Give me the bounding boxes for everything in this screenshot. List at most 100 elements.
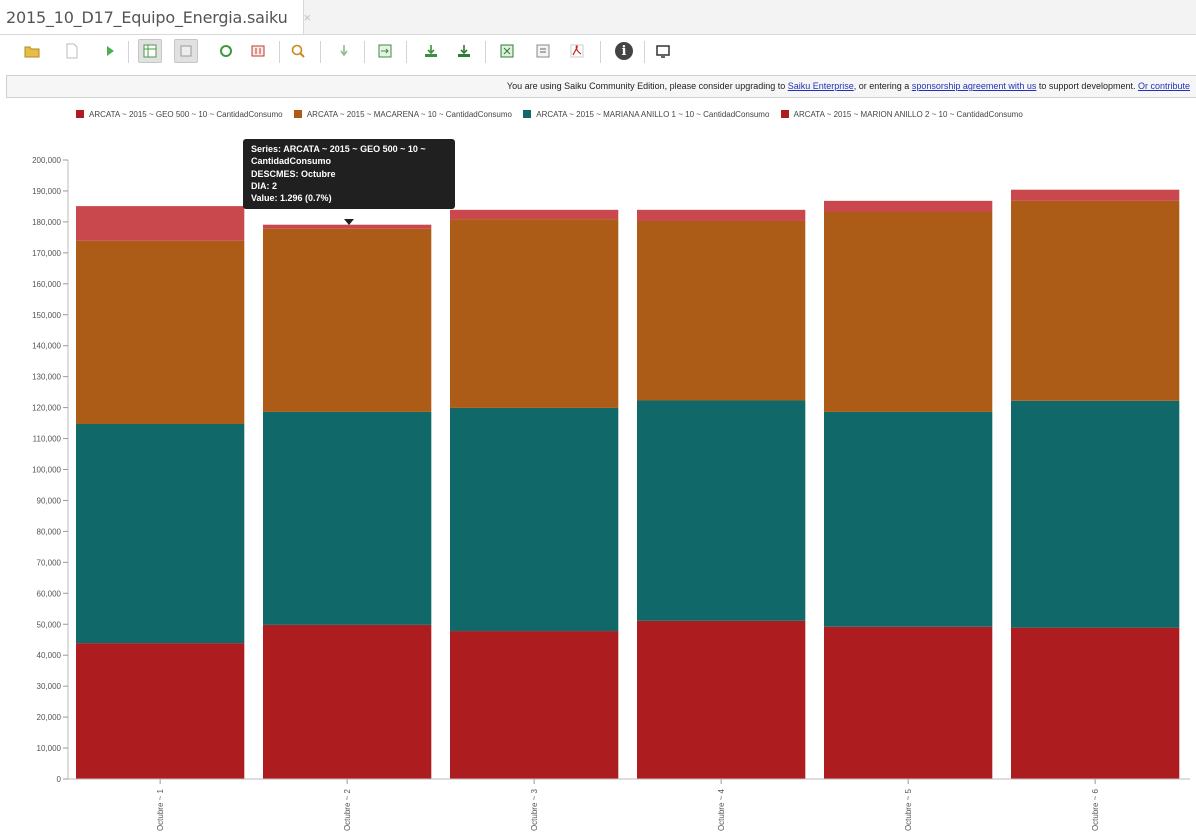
- export-xls-button[interactable]: [495, 39, 519, 63]
- y-tick-label: 160,000: [32, 280, 61, 289]
- tooltip-series-label: Series:: [251, 144, 282, 154]
- toolbar: i: [0, 35, 1196, 73]
- y-tick-label: 190,000: [32, 187, 61, 196]
- toggle-sidebar-icon: [180, 45, 192, 57]
- bar-segment[interactable]: [637, 620, 806, 779]
- zoom-icon: [291, 44, 305, 58]
- export-pdf-button[interactable]: [565, 39, 589, 63]
- legend-label: ARCATA ~ 2015 ~ GEO 500 ~ 10 ~ CantidadC…: [89, 110, 283, 120]
- automatic-execution-button[interactable]: [214, 39, 238, 63]
- swap-axis-button[interactable]: [246, 39, 270, 63]
- legend-swatch: [523, 110, 532, 119]
- y-tick-label: 200,000: [32, 156, 61, 165]
- y-tick-label: 70,000: [37, 558, 62, 567]
- bar-segment[interactable]: [450, 631, 619, 779]
- zoom-button[interactable]: [286, 39, 310, 63]
- chart-legend: ARCATA ~ 2015 ~ GEO 500 ~ 10 ~ CantidadC…: [76, 110, 1196, 124]
- tooltip-value-label: Value:: [251, 193, 278, 204]
- tooltip-value-value: 1.296 (0.7%): [280, 193, 332, 204]
- export-icon: [425, 45, 437, 57]
- bar-segment[interactable]: [76, 424, 245, 644]
- bar-segment[interactable]: [450, 219, 619, 408]
- fullscreen-button[interactable]: [651, 39, 675, 63]
- swap-axis-icon: [251, 45, 265, 57]
- bar-segment[interactable]: [263, 224, 432, 229]
- bar-segment[interactable]: [263, 228, 432, 412]
- legend-label: ARCATA ~ 2015 ~ MARION ANILLO 2 ~ 10 ~ C…: [793, 110, 1023, 120]
- tab-bar: 2015_10_D17_Equipo_Energia.saiku ×: [0, 0, 1196, 35]
- bar-segment[interactable]: [637, 400, 806, 621]
- toggle-fields-button[interactable]: [138, 39, 162, 63]
- export-csv-icon: [536, 44, 550, 58]
- x-tick-label: Octubre ~ 2: [343, 788, 352, 831]
- close-tab-icon[interactable]: ×: [304, 10, 312, 25]
- info-icon: i: [615, 42, 633, 60]
- y-tick-label: 20,000: [37, 713, 62, 722]
- bar-segment[interactable]: [824, 411, 993, 627]
- contribute-link[interactable]: Or contribute: [1138, 81, 1190, 91]
- bar-segment[interactable]: [263, 411, 432, 625]
- legend-item[interactable]: ARCATA ~ 2015 ~ MARION ANILLO 2 ~ 10 ~ C…: [780, 110, 1023, 120]
- export-xls-icon: [500, 44, 514, 58]
- bar-segment[interactable]: [76, 206, 245, 241]
- stacked-bar-chart: 0 10,000 20,000 30,000 40,000 50,000 60,000 70,…: [32, 156, 1190, 831]
- drillthrough-icon: [340, 45, 348, 57]
- x-tick-label: Octubre ~ 1: [156, 788, 165, 831]
- y-tick-label: 150,000: [32, 311, 61, 320]
- bar-segment[interactable]: [76, 643, 245, 779]
- sponsorship-link[interactable]: sponsorship agreement with us: [912, 81, 1037, 91]
- tab-query[interactable]: 2015_10_D17_Equipo_Energia.saiku ×: [0, 0, 311, 34]
- y-tick-label: 50,000: [37, 620, 62, 629]
- bar-segment[interactable]: [450, 407, 619, 632]
- export-drillthrough-button[interactable]: [452, 39, 476, 63]
- new-query-button[interactable]: [60, 39, 84, 63]
- bar-segment[interactable]: [637, 209, 806, 221]
- show-mdx-button[interactable]: [373, 39, 397, 63]
- saiku-enterprise-link[interactable]: Saiku Enterprise: [788, 81, 854, 91]
- show-mdx-icon: [378, 44, 392, 58]
- legend-swatch: [76, 110, 84, 119]
- x-tick-label: Octubre ~ 6: [1091, 788, 1100, 831]
- automatic-execution-icon: [220, 45, 232, 57]
- toolbar-separator: [600, 41, 601, 63]
- bar-segment[interactable]: [1011, 200, 1180, 401]
- y-tick-label: 180,000: [32, 218, 61, 227]
- tooltip-descmes-label: DESCMES:: [251, 168, 299, 179]
- legend-swatch: [293, 110, 302, 119]
- y-tick-label: 40,000: [37, 651, 62, 660]
- y-tick-label: 0: [57, 775, 62, 784]
- about-button[interactable]: i: [612, 39, 636, 63]
- tooltip-descmes-line: DESCMES: Octubre: [251, 168, 448, 180]
- drillthrough-button[interactable]: [332, 39, 356, 63]
- export-button[interactable]: [419, 39, 443, 63]
- tooltip-series-line: Series: ARCATA ~ 2015 ~ GEO 500 ~ 10 ~ C…: [251, 143, 448, 168]
- upgrade-banner: You are using Saiku Community Edition, p…: [6, 75, 1196, 98]
- x-tick-label: Octubre ~ 5: [904, 788, 913, 831]
- bar-segment[interactable]: [824, 626, 993, 779]
- legend-item[interactable]: ARCATA ~ 2015 ~ MARIANA ANILLO 1 ~ 10 ~ …: [523, 110, 769, 119]
- bar-segment[interactable]: [1011, 400, 1180, 628]
- bar-segment[interactable]: [450, 209, 619, 220]
- y-tick-label: 130,000: [32, 373, 61, 382]
- bar-segment[interactable]: [263, 624, 432, 779]
- tooltip-dia-value: 2: [272, 180, 278, 191]
- toolbar-separator: [406, 41, 407, 63]
- legend-label: ARCATA ~ 2015 ~ MACARENA ~ 10 ~ Cantidad…: [306, 110, 512, 120]
- fullscreen-icon: [656, 45, 670, 58]
- y-tick-label: 60,000: [37, 589, 62, 598]
- legend-item[interactable]: ARCATA ~ 2015 ~ GEO 500 ~ 10 ~ CantidadC…: [76, 110, 283, 119]
- bar-segment[interactable]: [824, 200, 993, 212]
- export-csv-button[interactable]: [531, 39, 555, 63]
- toggle-sidebar-button[interactable]: [174, 39, 198, 63]
- tab-title: 2015_10_D17_Equipo_Energia.saiku: [6, 7, 288, 27]
- export-pdf-icon: [570, 44, 584, 58]
- bar-segment[interactable]: [1011, 627, 1180, 779]
- bar-segment[interactable]: [824, 211, 993, 412]
- open-query-button[interactable]: [20, 39, 44, 63]
- legend-item[interactable]: ARCATA ~ 2015 ~ MACARENA ~ 10 ~ Cantidad…: [293, 110, 512, 120]
- x-tick-label: Octubre ~ 4: [717, 788, 726, 831]
- run-query-button[interactable]: [98, 39, 122, 63]
- bar-segment[interactable]: [1011, 189, 1180, 201]
- bar-segment[interactable]: [76, 240, 245, 425]
- bar-segment[interactable]: [637, 220, 806, 401]
